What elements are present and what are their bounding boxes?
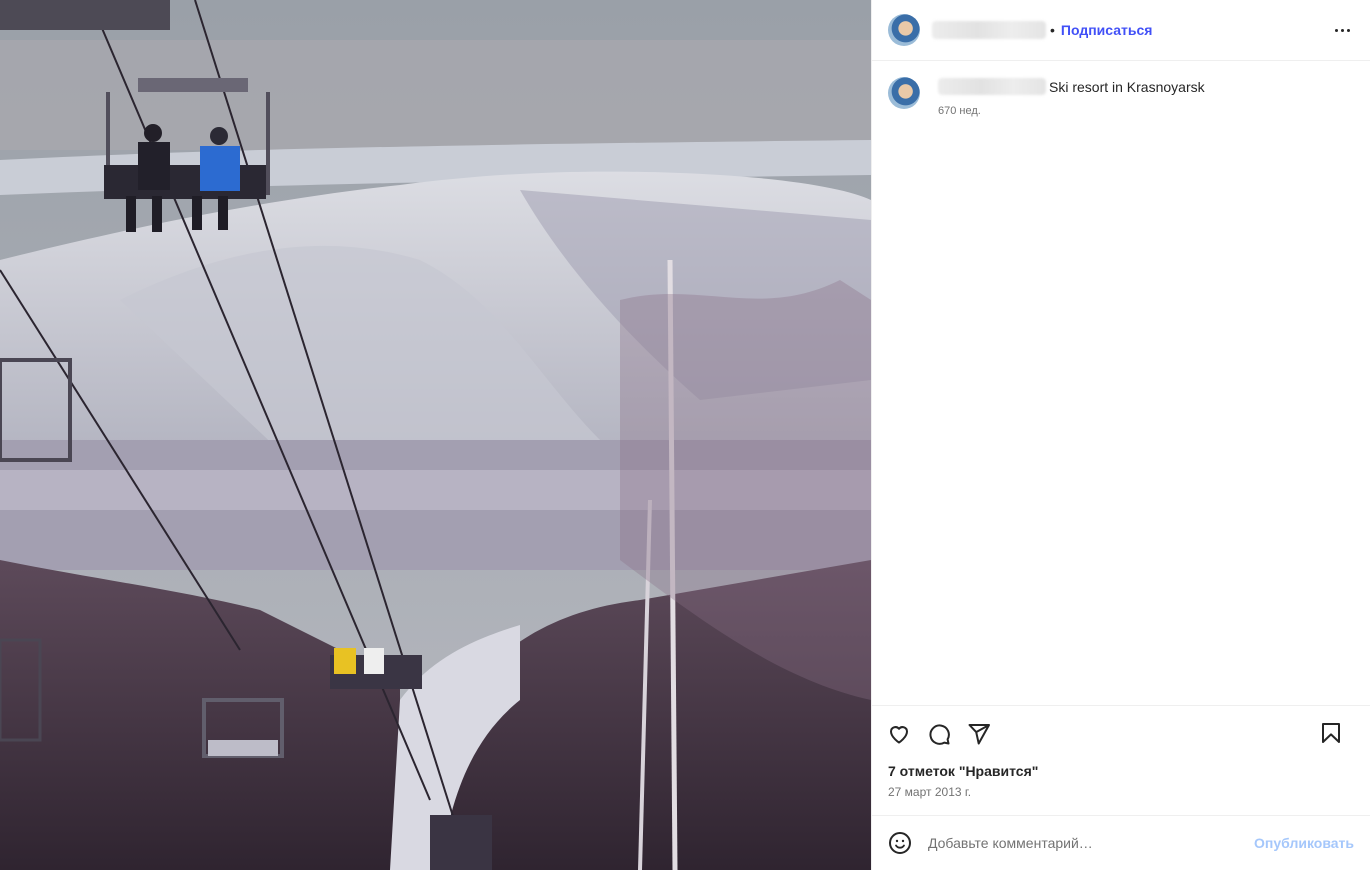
comment-form: Опубликовать	[872, 815, 1370, 870]
post-photo	[0, 0, 871, 870]
share-icon[interactable]	[966, 721, 992, 747]
heart-icon[interactable]	[886, 721, 912, 747]
comments-section: Ski resort in Krasnoyarsk 670 нед.	[872, 61, 1370, 705]
author-username-blurred[interactable]	[932, 21, 1046, 39]
ski-lift-photo	[0, 0, 871, 870]
emoji-icon[interactable]	[888, 831, 912, 855]
header-separator: •	[1050, 22, 1055, 38]
post-side-panel: • Подписаться Ski resort in Krasnoyarsk …	[871, 0, 1370, 870]
post-actions	[872, 705, 1370, 761]
likes-count[interactable]: 7 отметок "Нравится"	[872, 763, 1370, 779]
caption-username-blurred[interactable]	[938, 78, 1046, 95]
post-date[interactable]: 27 март 2013 г.	[872, 785, 1370, 815]
caption-text: Ski resort in Krasnoyarsk	[1049, 78, 1205, 95]
publish-button[interactable]: Опубликовать	[1254, 835, 1354, 851]
caption-time-ago[interactable]: 670 нед.	[938, 105, 1205, 117]
follow-button[interactable]: Подписаться	[1061, 22, 1153, 38]
post-header: • Подписаться	[872, 0, 1370, 61]
comment-icon[interactable]	[926, 721, 952, 747]
caption-row: Ski resort in Krasnoyarsk 670 нед.	[888, 77, 1354, 117]
caption-author-avatar[interactable]	[888, 77, 920, 109]
author-avatar[interactable]	[888, 14, 920, 46]
comment-input[interactable]	[928, 835, 1255, 851]
more-horizontal-icon[interactable]	[1330, 20, 1354, 40]
bookmark-icon[interactable]	[1318, 720, 1344, 746]
caption-content: Ski resort in Krasnoyarsk 670 нед.	[938, 78, 1205, 117]
